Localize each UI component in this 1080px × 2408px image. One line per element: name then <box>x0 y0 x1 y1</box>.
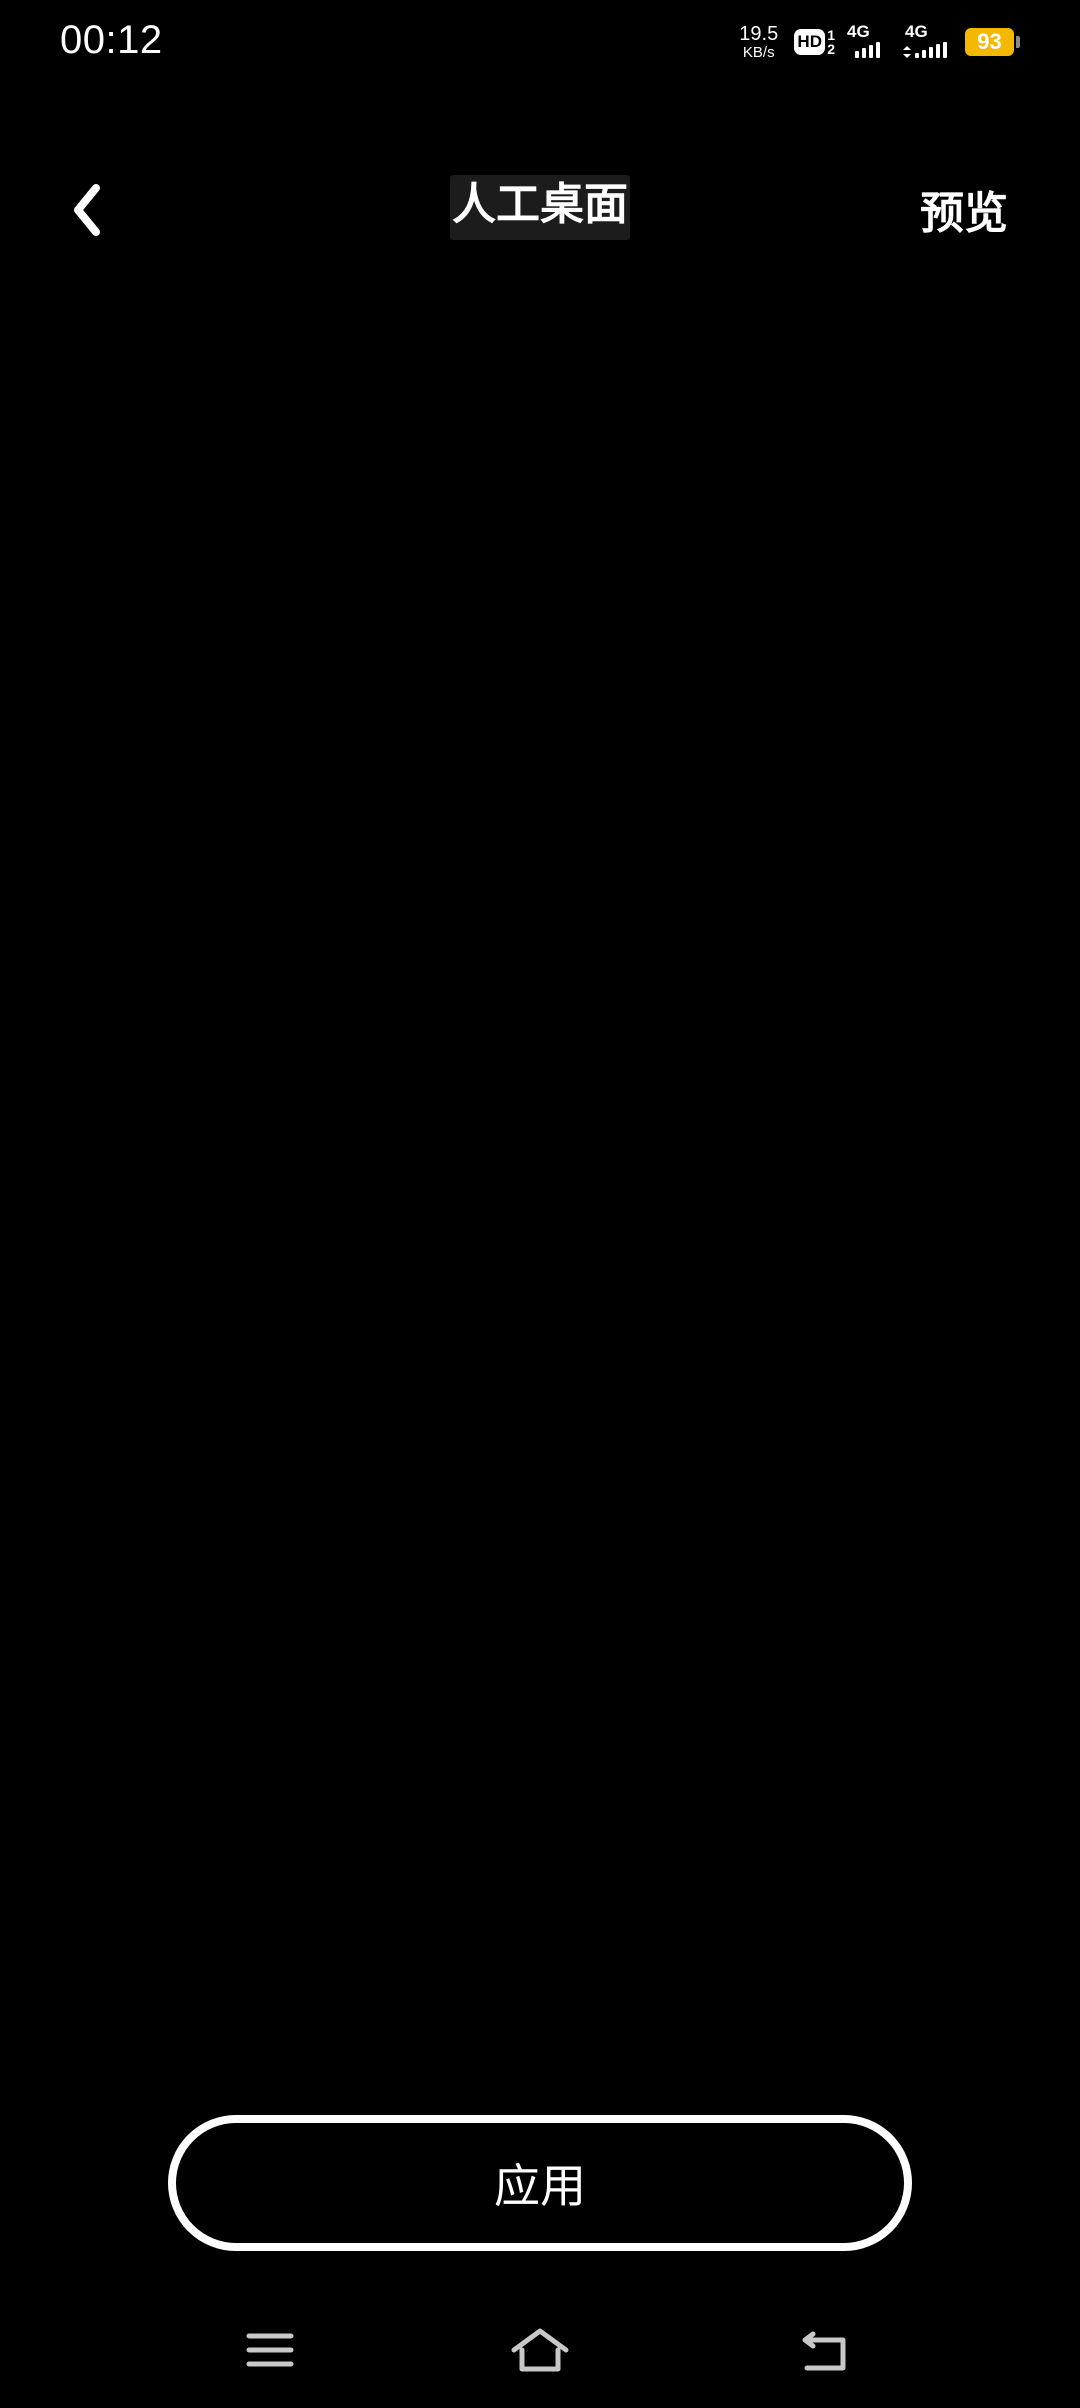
preview-button[interactable]: 预览 <box>920 184 1008 244</box>
battery-icon: 93 <box>965 28 1020 56</box>
battery-tip <box>1016 36 1020 48</box>
signal-bars <box>855 42 880 58</box>
menu-icon <box>246 2333 294 2367</box>
hd-label: HD <box>794 29 826 55</box>
network-speed-value: 19.5 <box>739 23 779 45</box>
back-icon <box>802 2331 846 2371</box>
signal-icon: 4G <box>845 22 893 62</box>
top-app-bar: 人工桌面 预览 <box>0 150 1080 270</box>
status-bar: 00:12 19.5 KB/s HD 1 2 4G 4G 93 <box>0 0 1080 84</box>
sim1-network-label: 4G <box>847 22 870 41</box>
network-speed: 19.5 KB/s <box>739 24 778 60</box>
nav-back-button[interactable] <box>795 2320 855 2380</box>
hd-sub-numbers: 1 2 <box>827 28 835 56</box>
network-speed-unit: KB/s <box>742 44 775 61</box>
recent-apps-button[interactable] <box>240 2320 300 2380</box>
home-icon <box>511 2328 569 2372</box>
hd-sub-bottom: 2 <box>827 41 835 57</box>
page-title: 人工桌面 <box>450 175 630 240</box>
status-icons: 19.5 KB/s HD 1 2 4G 4G 93 <box>739 22 1020 62</box>
battery-level: 93 <box>965 28 1014 56</box>
chevron-left-icon <box>74 184 100 236</box>
signal-icon: 4G <box>903 22 951 62</box>
back-button[interactable] <box>56 178 120 242</box>
status-time: 00:12 <box>60 18 163 62</box>
sim2-network-label: 4G <box>905 22 928 41</box>
home-button[interactable] <box>510 2320 570 2380</box>
hd-voice-icon: HD 1 2 <box>794 28 835 56</box>
apply-button[interactable]: 应用 <box>168 2115 912 2251</box>
system-navigation-bar <box>0 2300 1080 2408</box>
data-arrows-icon <box>903 46 911 58</box>
hd-sub-top: 1 <box>827 27 835 43</box>
signal-bars <box>915 42 947 58</box>
